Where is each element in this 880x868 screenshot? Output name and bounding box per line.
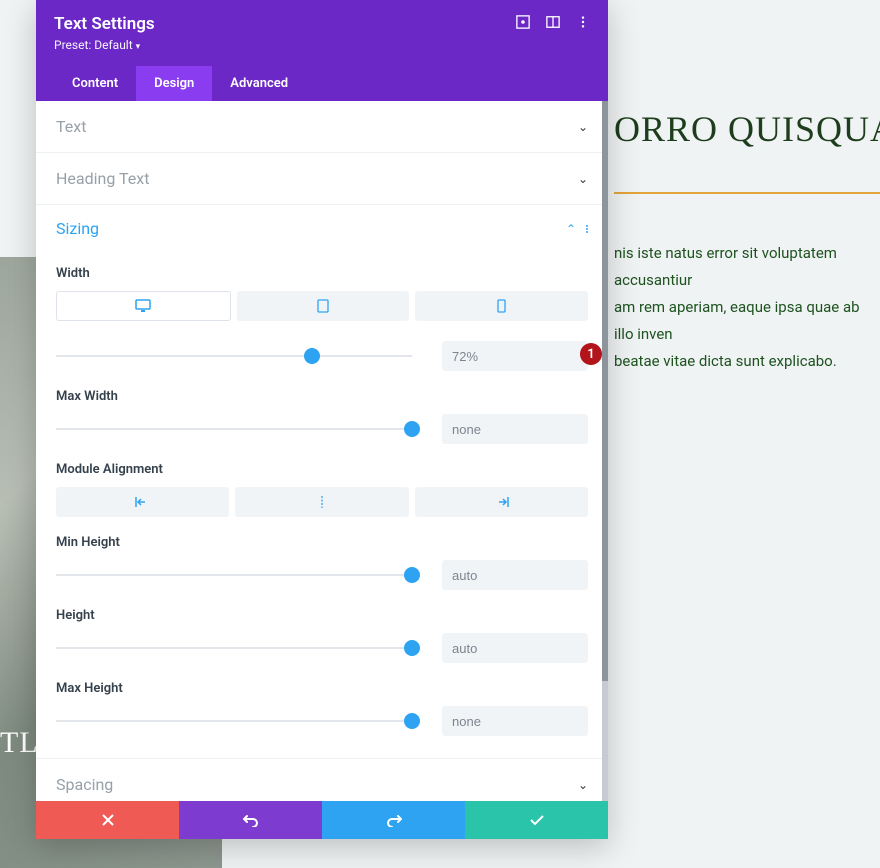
slider-thumb[interactable] bbox=[404, 567, 420, 583]
section-label: Sizing bbox=[56, 219, 99, 238]
device-tablet[interactable] bbox=[237, 291, 410, 321]
max-height-label: Max Height bbox=[56, 681, 588, 696]
max-width-input[interactable] bbox=[442, 414, 588, 444]
redo-button[interactable] bbox=[322, 801, 465, 839]
background-side-text: TL bbox=[0, 726, 39, 760]
undo-icon bbox=[243, 813, 259, 827]
min-height-input[interactable] bbox=[442, 560, 588, 590]
caret-down-icon: ▾ bbox=[136, 42, 141, 52]
section-text[interactable]: Text ⌄ bbox=[36, 101, 608, 153]
height-label: Height bbox=[56, 608, 588, 623]
section-heading-text[interactable]: Heading Text ⌄ bbox=[36, 153, 608, 205]
module-alignment-tabs bbox=[56, 487, 588, 517]
check-icon bbox=[530, 814, 544, 826]
height-slider-row bbox=[56, 633, 588, 663]
tab-content[interactable]: Content bbox=[54, 66, 136, 101]
max-width-slider[interactable] bbox=[56, 422, 412, 436]
background-para-line: beatae vitae dicta sunt explicabo. bbox=[614, 348, 880, 375]
max-width-slider-row bbox=[56, 414, 588, 444]
height-slider[interactable] bbox=[56, 641, 412, 655]
save-button[interactable] bbox=[465, 801, 608, 839]
scrollbar[interactable] bbox=[602, 101, 608, 801]
tab-advanced[interactable]: Advanced bbox=[212, 66, 306, 101]
section-spacing[interactable]: Spacing ⌄ bbox=[36, 759, 608, 801]
tablet-icon bbox=[317, 299, 329, 313]
width-input[interactable] bbox=[442, 341, 588, 371]
preset-label: Preset: Default bbox=[54, 38, 133, 52]
module-alignment-label: Module Alignment bbox=[56, 462, 588, 477]
sizing-body: Width 1 Max Width bbox=[36, 250, 608, 759]
min-height-slider[interactable] bbox=[56, 568, 412, 582]
cancel-button[interactable] bbox=[36, 801, 179, 839]
chevron-up-icon: ⌃ bbox=[566, 222, 576, 236]
close-icon bbox=[102, 814, 114, 826]
panel-footer bbox=[36, 801, 608, 839]
slider-thumb[interactable] bbox=[404, 713, 420, 729]
max-height-slider[interactable] bbox=[56, 714, 412, 728]
min-height-label: Min Height bbox=[56, 535, 588, 550]
tab-design[interactable]: Design bbox=[136, 66, 212, 101]
settings-panel: Text Settings Preset: Default▾ Content D… bbox=[36, 0, 608, 839]
device-phone[interactable] bbox=[415, 291, 588, 321]
min-height-slider-row bbox=[56, 560, 588, 590]
align-left-button[interactable] bbox=[56, 487, 229, 517]
align-left-icon bbox=[135, 496, 151, 508]
section-more-icon[interactable] bbox=[586, 225, 588, 233]
height-input[interactable] bbox=[442, 633, 588, 663]
fullscreen-icon[interactable] bbox=[516, 14, 530, 28]
background-paragraph: nis iste natus error sit voluptatem accu… bbox=[614, 240, 880, 375]
align-center-button[interactable] bbox=[235, 487, 408, 517]
columns-icon[interactable] bbox=[546, 14, 560, 28]
max-height-input[interactable] bbox=[442, 706, 588, 736]
width-slider-row: 1 bbox=[56, 341, 588, 371]
background-heading: ORRO QUISQUA bbox=[614, 108, 880, 150]
chevron-down-icon: ⌄ bbox=[578, 120, 588, 134]
panel-title: Text Settings bbox=[54, 14, 155, 34]
background-para-line: nis iste natus error sit voluptatem accu… bbox=[614, 240, 880, 294]
redo-icon bbox=[386, 813, 402, 827]
slider-thumb[interactable] bbox=[304, 348, 320, 364]
align-right-icon bbox=[493, 496, 509, 508]
panel-body[interactable]: Text ⌄ Heading Text ⌄ Sizing ⌃ Width bbox=[36, 101, 608, 801]
background-divider bbox=[614, 192, 880, 194]
max-height-slider-row bbox=[56, 706, 588, 736]
panel-tabs: Content Design Advanced bbox=[54, 66, 590, 101]
undo-button[interactable] bbox=[179, 801, 322, 839]
more-vert-icon[interactable] bbox=[576, 14, 590, 28]
device-desktop[interactable] bbox=[56, 291, 231, 321]
responsive-device-tabs bbox=[56, 291, 588, 321]
phone-icon bbox=[497, 299, 506, 313]
section-label: Spacing bbox=[56, 775, 113, 794]
panel-header: Text Settings Preset: Default▾ Content D… bbox=[36, 0, 608, 101]
section-label: Heading Text bbox=[56, 169, 149, 188]
preset-dropdown[interactable]: Preset: Default▾ bbox=[54, 38, 155, 52]
section-sizing[interactable]: Sizing ⌃ bbox=[36, 205, 608, 250]
chevron-down-icon: ⌄ bbox=[578, 172, 588, 186]
align-right-button[interactable] bbox=[415, 487, 588, 517]
slider-thumb[interactable] bbox=[404, 421, 420, 437]
background-para-line: am rem aperiam, eaque ipsa quae ab illo … bbox=[614, 294, 880, 348]
chevron-down-icon: ⌄ bbox=[578, 778, 588, 792]
width-slider[interactable] bbox=[56, 349, 412, 363]
desktop-icon bbox=[135, 299, 151, 313]
max-width-label: Max Width bbox=[56, 389, 588, 404]
align-center-icon bbox=[314, 496, 330, 508]
slider-thumb[interactable] bbox=[404, 640, 420, 656]
width-label: Width bbox=[56, 266, 588, 281]
annotation-badge-1: 1 bbox=[580, 343, 602, 365]
section-label: Text bbox=[56, 117, 86, 136]
